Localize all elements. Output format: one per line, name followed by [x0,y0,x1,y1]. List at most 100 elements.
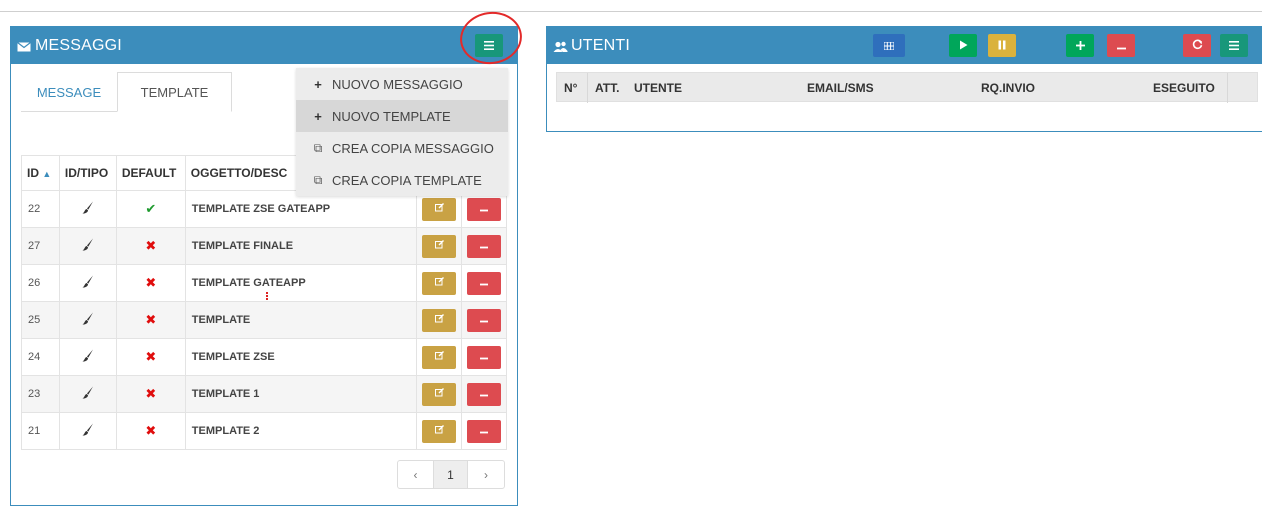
edit-icon [434,314,444,326]
table-row: 26 ✖ TEMPLATE GATEAPP [21,264,507,302]
pause-button[interactable] [988,34,1016,57]
utenti-panel-header: UTENTI [547,27,1262,64]
table-row: 22 ✔ TEMPLATE ZSE GATEAPP [21,190,507,228]
edit-button[interactable] [422,308,457,332]
column-header-id[interactable]: ID ▲ [21,155,60,191]
edit-icon [434,388,444,400]
delete-button[interactable] [467,382,502,406]
pagination-page-1[interactable]: 1 [434,461,468,488]
menu-item-nuovo-messaggio[interactable]: + NUOVO MESSAGGIO [296,68,508,100]
row-description: TEMPLATE 1 [184,375,418,413]
column-header-numero[interactable]: N° [564,73,577,103]
sort-up-icon: ▲ [42,169,52,179]
utenti-menu-button[interactable] [1220,34,1248,57]
plus-icon: + [314,108,322,124]
edit-icon [434,240,444,252]
column-header-utente[interactable]: UTENTE [634,73,682,103]
minus-icon [480,388,489,400]
pagination: ‹ 1 › [397,460,505,489]
edit-button[interactable] [422,382,457,406]
refresh-button[interactable] [1183,34,1211,57]
edit-button[interactable] [422,345,457,369]
menu-item-nuovo-template[interactable]: + NUOVO TEMPLATE [296,100,508,132]
utenti-table-header: N° ATT. UTENTE EMAIL/SMS RQ.INVIO ESEGUI… [556,72,1258,103]
copy-icon: ⧉ [313,140,323,155]
pagination-next-button[interactable]: › [468,461,504,488]
row-description: TEMPLATE GATEAPP [184,264,418,302]
column-header-id-tipo[interactable]: ID/TIPO [58,155,117,191]
column-header-eseguito[interactable]: ESEGUITO [1153,73,1215,103]
brush-icon [82,423,94,439]
row-id: 26 [21,264,60,302]
cross-icon: ✖ [145,275,157,290]
users-icon [553,40,568,52]
delete-button[interactable] [467,234,502,258]
remove-user-button[interactable] [1107,34,1135,57]
edit-button[interactable] [422,234,457,258]
grid-view-button[interactable] [873,34,905,57]
refresh-icon [1192,39,1203,53]
minus-icon [480,240,489,252]
play-icon [959,39,968,53]
cross-icon: ✖ [145,312,157,327]
column-header-rq-invio[interactable]: RQ.INVIO [981,73,1035,103]
top-divider [0,11,1262,12]
check-icon: ✔ [145,201,157,216]
red-dot-marker [266,292,268,300]
template-table: ID ▲ ID/TIPO DEFAULT OGGETTO/DESC 22 ✔ TEM… [21,155,507,450]
table-row: 23 ✖ TEMPLATE 1 [21,375,507,413]
delete-button[interactable] [467,419,502,443]
menu-item-crea-copia-template[interactable]: ⧉ CREA COPIA TEMPLATE [296,164,508,196]
plus-icon [1075,39,1085,53]
delete-button[interactable] [467,308,502,332]
row-id: 21 [21,412,60,450]
pagination-prev-button[interactable]: ‹ [398,461,434,488]
minus-icon [1116,39,1126,53]
brush-icon [82,349,94,365]
edit-button[interactable] [422,197,457,221]
brush-icon [82,201,94,217]
row-id: 22 [21,190,60,228]
row-id: 23 [21,375,60,413]
envelope-icon [17,40,31,52]
cross-icon: ✖ [145,238,157,253]
row-description: TEMPLATE ZSE GATEAPP [184,190,418,228]
row-description: TEMPLATE ZSE [184,338,418,376]
tab-template[interactable]: TEMPLATE [117,72,232,112]
row-id: 24 [21,338,60,376]
cross-icon: ✖ [145,349,157,364]
menu-item-crea-copia-messaggio[interactable]: ⧉ CREA COPIA MESSAGGIO [296,132,508,164]
copy-icon: ⧉ [313,172,323,187]
edit-button[interactable] [422,419,457,443]
messaggi-title: MESSAGGI [35,36,122,54]
minus-icon [480,277,489,289]
play-button[interactable] [949,34,977,57]
bars-icon [1229,39,1239,53]
messaggi-panel-header: MESSAGGI [11,27,517,64]
row-id: 25 [21,301,60,339]
table-row: 27 ✖ TEMPLATE FINALE [21,227,507,265]
edit-icon [434,351,444,363]
column-header-att[interactable]: ATT. [595,73,619,103]
utenti-title: UTENTI [571,36,630,54]
edit-icon [434,425,444,437]
cross-icon: ✖ [145,423,157,438]
table-row: 24 ✖ TEMPLATE ZSE [21,338,507,376]
edit-button[interactable] [422,271,457,295]
column-header-email-sms[interactable]: EMAIL/SMS [807,73,874,103]
column-header-default[interactable]: DEFAULT [115,155,186,191]
delete-button[interactable] [467,345,502,369]
brush-icon [82,275,94,291]
brush-icon [82,312,94,328]
brush-icon [82,238,94,254]
brush-icon [82,386,94,402]
pause-icon [998,39,1006,53]
add-user-button[interactable] [1066,34,1094,57]
delete-button[interactable] [467,271,502,295]
minus-icon [480,351,489,363]
minus-icon [480,425,489,437]
delete-button[interactable] [467,197,502,221]
row-description: TEMPLATE [184,301,418,339]
cross-icon: ✖ [145,386,157,401]
tab-message[interactable]: MESSAGE [23,72,115,112]
